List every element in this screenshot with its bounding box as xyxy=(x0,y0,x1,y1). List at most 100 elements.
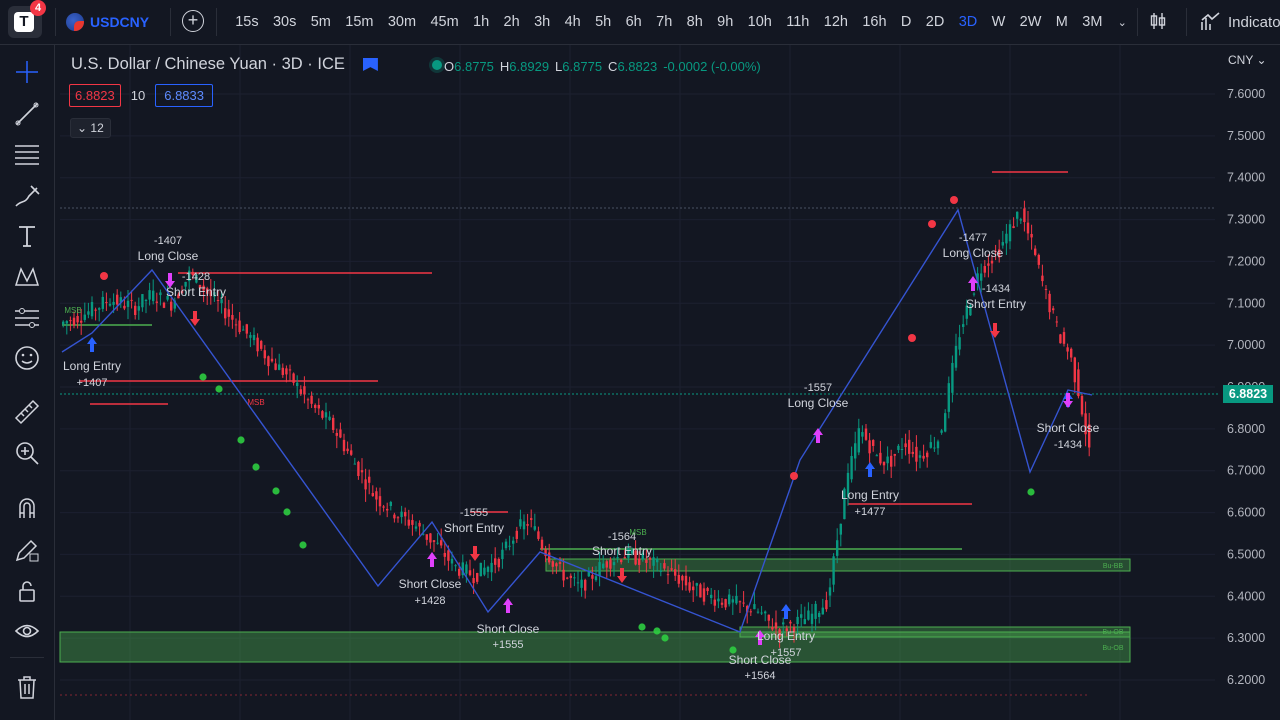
indicators-collapse-button[interactable]: ⌄ 12 xyxy=(70,118,111,138)
candle-body xyxy=(465,564,468,574)
zoom-tool[interactable] xyxy=(12,438,42,468)
forecast-tool[interactable] xyxy=(12,303,42,333)
interval-16h[interactable]: 16h xyxy=(855,14,894,30)
candle-body xyxy=(648,557,652,560)
candle-body xyxy=(249,335,252,338)
candle-body xyxy=(987,263,990,266)
tradingview-logo[interactable]: T 4 xyxy=(8,0,46,38)
interval-2w[interactable]: 2W xyxy=(1012,14,1048,30)
interval-1h[interactable]: 1h xyxy=(466,14,497,30)
candle-body xyxy=(155,301,158,303)
market-status-icon[interactable] xyxy=(431,59,442,70)
interval-15m[interactable]: 15m xyxy=(338,14,381,30)
symbol-title[interactable]: U.S. Dollar / Chinese Yuan · 3D · ICE xyxy=(71,55,345,74)
signal-label: Bu-OB xyxy=(1102,629,1123,636)
remove-drawings-tool[interactable] xyxy=(12,672,42,702)
trend-line-tool[interactable] xyxy=(12,99,42,129)
pivot-high-dot xyxy=(908,334,916,342)
chart-legend: U.S. Dollar / Chinese Yuan · 3D · ICE xyxy=(71,55,442,74)
text-tool[interactable] xyxy=(12,221,42,251)
buy-button[interactable]: 6.8833 xyxy=(155,84,213,107)
signal-label: -1555 xyxy=(460,507,488,519)
candle-body xyxy=(807,610,810,620)
currency-selector[interactable]: CNY ⌄ xyxy=(1228,53,1267,67)
candle-body xyxy=(1019,219,1022,221)
symbol-search-button[interactable]: USDCNY xyxy=(66,11,149,33)
candle-body xyxy=(659,570,662,572)
candle-body xyxy=(504,541,508,549)
measure-tool[interactable] xyxy=(12,397,42,427)
pivot-high-dot xyxy=(100,272,108,280)
candle-body xyxy=(821,607,824,615)
flag-icon[interactable] xyxy=(362,58,378,71)
brush-tool[interactable] xyxy=(12,181,42,211)
interval-9h[interactable]: 9h xyxy=(710,14,741,30)
interval-15s[interactable]: 15s xyxy=(228,14,266,30)
interval-30m[interactable]: 30m xyxy=(381,14,424,30)
interval-3h[interactable]: 3h xyxy=(527,14,558,30)
crosshair-tool[interactable] xyxy=(12,57,42,87)
interval-w[interactable]: W xyxy=(984,14,1012,30)
xabcd-pattern-icon xyxy=(14,267,40,286)
interval-2d[interactable]: 2D xyxy=(919,14,952,30)
pivot-low-dot xyxy=(1027,488,1035,496)
chart-type-candles-icon[interactable] xyxy=(1148,11,1168,31)
interval-5m[interactable]: 5m xyxy=(304,14,339,30)
candle-body xyxy=(1001,242,1004,246)
candle-body xyxy=(526,524,529,526)
interval-8h[interactable]: 8h xyxy=(679,14,710,30)
signal-label: -1477 xyxy=(959,232,987,244)
interval-5h[interactable]: 5h xyxy=(588,14,619,30)
stay-in-drawing-tool[interactable] xyxy=(12,535,42,565)
candle-body xyxy=(515,530,518,539)
lock-drawings-tool[interactable] xyxy=(12,576,42,606)
notification-badge[interactable]: 4 xyxy=(30,0,46,16)
open-value: 6.8775 xyxy=(454,59,494,74)
sell-button[interactable]: 6.8823 xyxy=(69,84,121,107)
price-tick-label: 7.2000 xyxy=(1227,254,1265,268)
candle-body xyxy=(872,440,875,446)
interval-12h[interactable]: 12h xyxy=(817,14,856,30)
forecasting-icon xyxy=(15,308,39,328)
candle-body xyxy=(530,518,533,520)
interval-2h[interactable]: 2h xyxy=(496,14,527,30)
hide-drawings-tool[interactable] xyxy=(12,616,42,646)
candle-body xyxy=(911,451,914,454)
pattern-tool[interactable] xyxy=(12,262,42,292)
price-chart[interactable]: -1407 Long Close -1428 Short Entry Long Entr… xyxy=(55,45,1280,720)
signal-label: -1407 xyxy=(154,235,182,247)
candle-body xyxy=(983,266,986,273)
candle-body xyxy=(591,575,594,579)
price-axis[interactable]: 7.6000 7.5000 7.4000 7.3000 7.2000 7.1000 7.00… xyxy=(1218,45,1280,720)
candle-body xyxy=(861,432,864,437)
interval-6h[interactable]: 6h xyxy=(618,14,649,30)
fib-retracement-icon xyxy=(15,145,39,165)
candle-body xyxy=(1026,222,1030,234)
candle-body xyxy=(360,470,364,473)
indicator-count: 12 xyxy=(90,121,104,135)
candle-body xyxy=(159,292,162,296)
candle-body xyxy=(450,558,454,564)
candle-body xyxy=(652,557,655,566)
candle-body xyxy=(1023,208,1026,223)
interval-3m[interactable]: 3M xyxy=(1075,14,1110,30)
candle-body xyxy=(332,417,335,430)
chevron-down-icon[interactable]: ⌄ xyxy=(1110,16,1135,29)
compare-add-symbol-button[interactable]: + xyxy=(182,10,204,32)
candle-body xyxy=(767,614,770,621)
magnet-tool[interactable] xyxy=(12,493,42,523)
interval-d[interactable]: D xyxy=(894,14,919,30)
interval-11h[interactable]: 11h xyxy=(779,14,817,30)
candle-body xyxy=(296,382,299,387)
icons-tool[interactable] xyxy=(12,343,42,373)
interval-7h[interactable]: 7h xyxy=(649,14,680,30)
interval-10h[interactable]: 10h xyxy=(740,14,779,30)
interval-m[interactable]: M xyxy=(1049,14,1075,30)
interval-3d[interactable]: 3D xyxy=(952,14,985,30)
indicators-button[interactable]: Indicato xyxy=(1200,10,1280,34)
interval-4h[interactable]: 4h xyxy=(557,14,588,30)
fib-tool[interactable] xyxy=(12,140,42,170)
signal-label: Long Entry xyxy=(841,488,899,502)
interval-45m[interactable]: 45m xyxy=(423,14,466,30)
interval-30s[interactable]: 30s xyxy=(266,14,304,30)
